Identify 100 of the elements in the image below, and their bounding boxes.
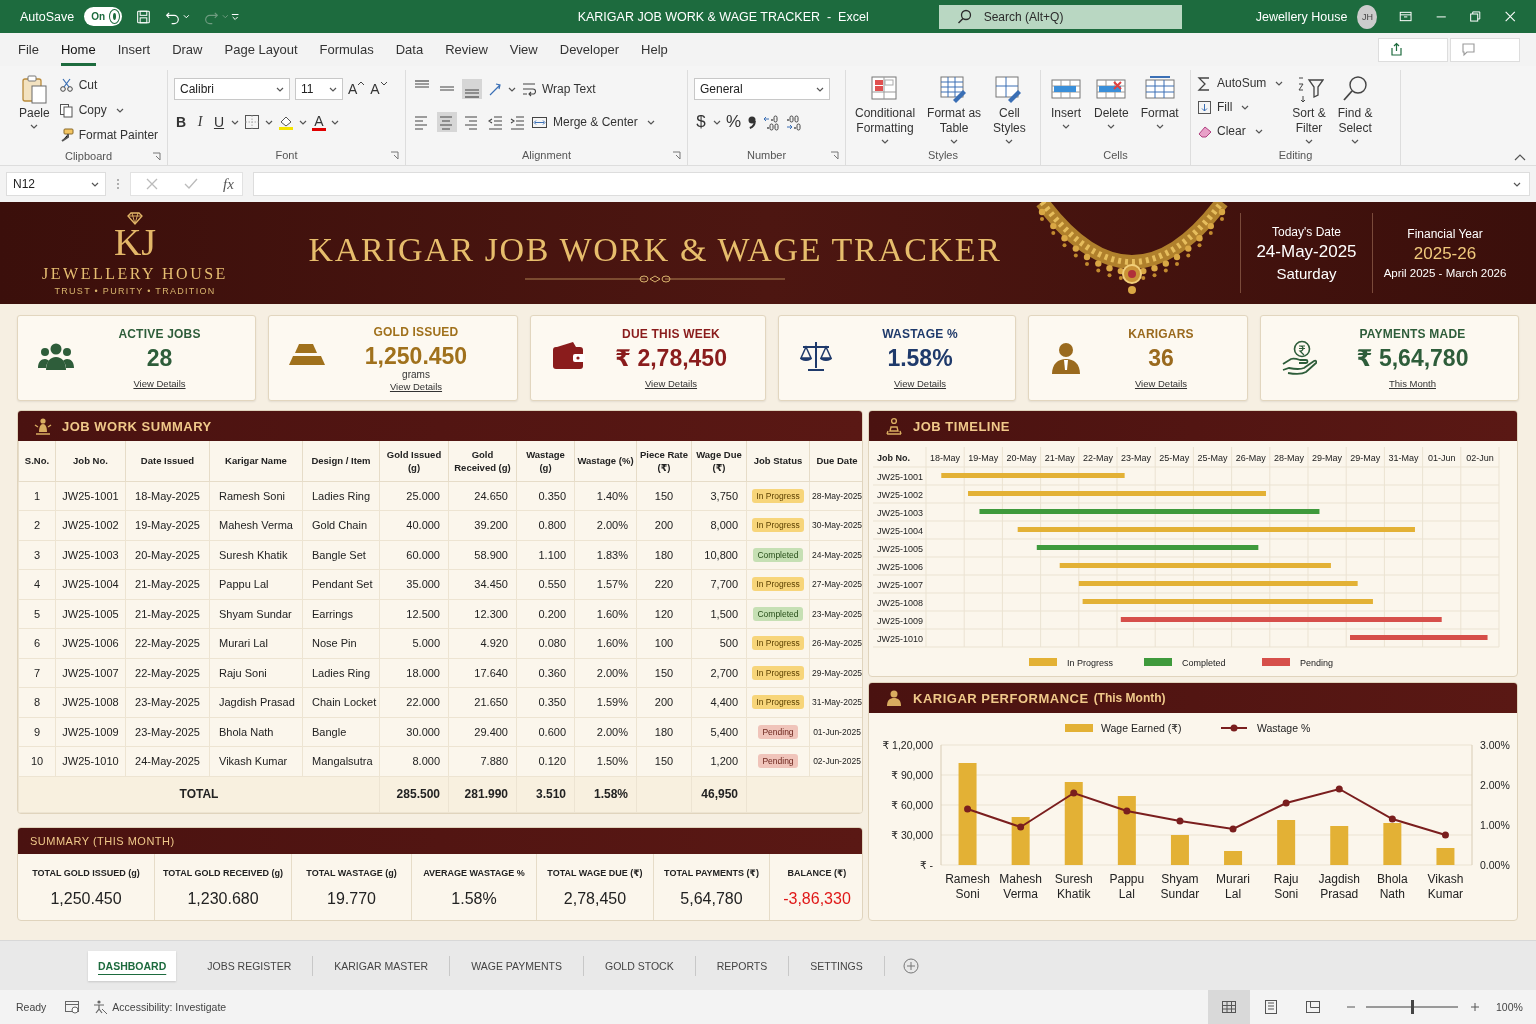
dialog-launcher-icon[interactable] (672, 151, 681, 160)
find-select-button[interactable]: Find & Select (1334, 70, 1376, 145)
menu-tab[interactable]: Help (641, 33, 668, 66)
customize-toolbar-icon[interactable] (231, 12, 240, 21)
autosave-toggle[interactable]: On (84, 7, 123, 26)
sheet-tab[interactable]: DASHBOARD (88, 950, 177, 981)
format-as-table-button[interactable]: Format as Table (924, 70, 985, 145)
caret-icon[interactable] (508, 85, 516, 93)
dialog-launcher-icon[interactable] (830, 151, 839, 160)
caret-icon[interactable] (231, 118, 239, 126)
decrease-decimal-icon[interactable] (785, 113, 803, 131)
wrap-text-button[interactable]: Wrap Text (521, 78, 596, 100)
menu-tab[interactable]: File (18, 33, 39, 66)
increase-font-size-button[interactable]: A (348, 81, 366, 97)
format-cells-button[interactable]: Format (1137, 70, 1182, 130)
comma-style-icon[interactable] (746, 114, 759, 130)
paste-button[interactable]: Paele (16, 70, 53, 130)
window-title: KARIGAR JOB WORK & WAGE TRACKER - Excel (577, 9, 869, 24)
decrease-indent-icon[interactable] (487, 113, 504, 131)
collapse-ribbon-icon[interactable] (1514, 154, 1526, 161)
date-label: 18-May (930, 453, 961, 463)
table-cell: Murari Lal (209, 628, 303, 658)
name-box[interactable]: N12 (6, 172, 106, 196)
accessibility-button[interactable]: Accessibility: Investigate (92, 999, 227, 1015)
share-button[interactable] (1378, 37, 1448, 62)
table-cell: Bhola Nath (209, 717, 303, 747)
search-field[interactable]: Search (Alt+Q) (938, 4, 1182, 29)
menu-tab[interactable]: Developer (559, 33, 619, 66)
borders-icon[interactable] (244, 114, 260, 130)
formula-input[interactable] (252, 172, 1530, 196)
percent-button[interactable]: % (726, 112, 742, 132)
dialog-launcher-icon[interactable] (390, 151, 399, 160)
italic-button[interactable]: I (193, 114, 207, 130)
view-details-link[interactable]: This Month (1389, 378, 1436, 389)
view-details-link[interactable]: View Details (644, 378, 698, 389)
format-painter-button[interactable]: Format Painter (58, 124, 159, 146)
zoom-level[interactable]: 100% (1496, 1001, 1526, 1013)
sheet-tab[interactable]: WAGE PAYMENTS (450, 955, 585, 976)
menu-tab[interactable]: View (509, 33, 538, 66)
number-format-dropdown[interactable]: General (694, 78, 830, 100)
caret-icon[interactable] (331, 118, 339, 126)
decrease-font-size-button[interactable]: A (370, 81, 388, 97)
table-cell: 34.450 (448, 569, 517, 599)
copy-button[interactable]: Copy (58, 99, 159, 121)
text-orientation-icon[interactable] (487, 81, 503, 97)
zoom-in-icon[interactable] (1470, 1002, 1480, 1012)
autosum-button[interactable]: AutoSum (1197, 72, 1284, 94)
account-name[interactable]: Jewellery House (1255, 9, 1348, 24)
conditional-formatting-button[interactable]: Conditional Formatting (852, 70, 919, 145)
merge-center-button[interactable]: Merge & Center (531, 111, 655, 133)
category-label: Vikash Kumar (1427, 872, 1464, 901)
fill-button[interactable]: Fill (1197, 96, 1284, 118)
font-color-button[interactable]: A (312, 113, 326, 131)
bold-button[interactable]: B (174, 114, 188, 130)
underline-button[interactable]: U (212, 114, 226, 130)
sheet-tab[interactable]: KARIGAR MASTER (313, 955, 451, 976)
font-name-dropdown[interactable]: Calibri (174, 78, 290, 100)
view-details-link[interactable]: View Details (893, 378, 947, 389)
cut-button[interactable]: Cut (58, 74, 159, 96)
table-cell: 25.000 (379, 481, 449, 511)
table-cell: 220 (636, 569, 692, 599)
dialog-launcher-icon[interactable] (152, 152, 161, 161)
view-details-link[interactable]: View Details (389, 380, 443, 392)
currency-button[interactable]: $ (694, 112, 708, 132)
sort-filter-button[interactable]: Sort & Filter (1289, 70, 1329, 145)
add-sheet-icon[interactable] (902, 957, 919, 974)
section-title: JOB TIMELINE (913, 418, 1010, 434)
fill-color-icon[interactable] (278, 114, 294, 130)
normal-view-button[interactable] (1208, 990, 1250, 1024)
font-size-dropdown[interactable]: 11 (295, 78, 343, 100)
increase-decimal-icon[interactable] (763, 113, 781, 131)
table-cell: 18.000 (379, 658, 449, 688)
caret-icon[interactable] (299, 118, 307, 126)
menu-tab[interactable]: Data (395, 33, 424, 66)
vertical-align-icon[interactable] (462, 79, 482, 99)
search-input[interactable]: Search (Alt+Q) (981, 8, 1182, 25)
insert-function-button[interactable]: fx (223, 175, 234, 193)
clear-button[interactable]: Clear (1197, 120, 1284, 142)
cell-styles-button[interactable]: Cell Styles (990, 70, 1029, 145)
macro-recording-icon[interactable] (64, 999, 81, 1015)
ribbon-display-icon[interactable] (1399, 9, 1413, 24)
menu-tab[interactable]: Draw (172, 33, 203, 66)
avatar[interactable]: JH (1357, 4, 1378, 29)
caret-icon[interactable] (265, 118, 273, 126)
insert-cells-button[interactable]: Insert (1047, 70, 1085, 130)
menu-tab[interactable]: Review (445, 33, 488, 66)
close-icon[interactable] (1503, 9, 1516, 24)
sheet-tab[interactable]: GOLD STOCK (584, 955, 696, 976)
menu-tab[interactable]: Page Layout (224, 33, 298, 66)
delete-cells-button[interactable]: Delete (1091, 70, 1132, 130)
menu-tab[interactable]: Insert (117, 33, 151, 66)
restore-icon[interactable] (1469, 9, 1482, 24)
sheet-tab[interactable]: JOBS REGISTER (186, 955, 314, 976)
menu-tab[interactable]: Formulas (319, 33, 374, 66)
sheet-tab[interactable]: SETTINGS (789, 955, 885, 976)
view-details-link[interactable]: View Details (133, 378, 186, 389)
caret-icon[interactable] (713, 118, 721, 126)
increase-indent-icon[interactable] (509, 113, 526, 131)
view-details-link[interactable]: View Details (1134, 378, 1188, 389)
sheet-tab[interactable]: REPORTS (695, 955, 790, 976)
